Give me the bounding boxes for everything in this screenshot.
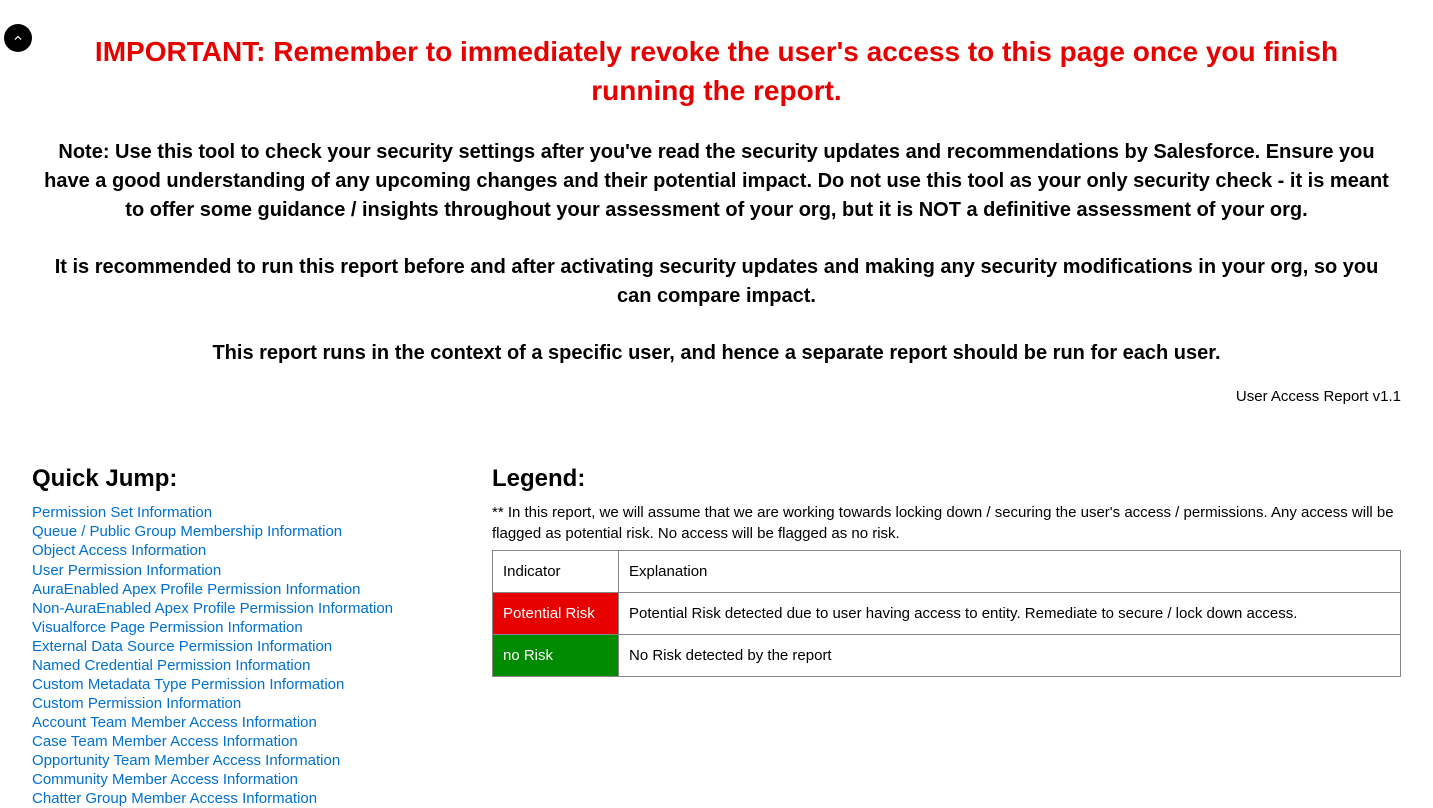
quick-jump-link-non-auraenabled-apex[interactable]: Non-AuraEnabled Apex Profile Permission … bbox=[32, 600, 393, 617]
legend-heading: Legend: bbox=[492, 465, 1401, 493]
main-columns: Quick Jump: Permission Set Information Q… bbox=[0, 465, 1433, 808]
legend-section: Legend: ** In this report, we will assum… bbox=[492, 465, 1401, 808]
legend-row-no-risk: no Risk No Risk detected by the report bbox=[493, 634, 1401, 676]
quick-jump-link-case-team[interactable]: Case Team Member Access Information bbox=[32, 733, 298, 750]
quick-jump-link-queue-group[interactable]: Queue / Public Group Membership Informat… bbox=[32, 523, 342, 540]
legend-header-indicator: Indicator bbox=[493, 550, 619, 592]
recommendation-text: It is recommended to run this report bef… bbox=[32, 253, 1401, 311]
quick-jump-link-community-member[interactable]: Community Member Access Information bbox=[32, 771, 298, 788]
quick-jump-item: Visualforce Page Permission Information bbox=[32, 618, 492, 637]
usage-note: Note: Use this tool to check your securi… bbox=[32, 138, 1401, 225]
quick-jump-section: Quick Jump: Permission Set Information Q… bbox=[32, 465, 492, 808]
important-warning: IMPORTANT: Remember to immediately revok… bbox=[32, 32, 1401, 110]
quick-jump-item: Named Credential Permission Information bbox=[32, 656, 492, 675]
quick-jump-item: Permission Set Information bbox=[32, 503, 492, 522]
legend-explanation-potential-risk: Potential Risk detected due to user havi… bbox=[619, 592, 1401, 634]
quick-jump-item: External Data Source Permission Informat… bbox=[32, 637, 492, 656]
legend-header-row: Indicator Explanation bbox=[493, 550, 1401, 592]
quick-jump-link-named-credential[interactable]: Named Credential Permission Information bbox=[32, 657, 310, 674]
quick-jump-link-custom-metadata-type[interactable]: Custom Metadata Type Permission Informat… bbox=[32, 676, 344, 693]
quick-jump-item: Account Team Member Access Information bbox=[32, 713, 492, 732]
version-label: User Access Report v1.1 bbox=[32, 388, 1401, 405]
quick-jump-link-chatter-group[interactable]: Chatter Group Member Access Information bbox=[32, 790, 317, 807]
quick-jump-item: Chatter Group Member Access Information bbox=[32, 789, 492, 808]
scroll-to-top-button[interactable] bbox=[4, 24, 32, 52]
quick-jump-item: Case Team Member Access Information bbox=[32, 732, 492, 751]
quick-jump-link-account-team[interactable]: Account Team Member Access Information bbox=[32, 714, 317, 731]
quick-jump-heading: Quick Jump: bbox=[32, 465, 492, 493]
quick-jump-item: Object Access Information bbox=[32, 541, 492, 560]
quick-jump-list: Permission Set Information Queue / Publi… bbox=[32, 503, 492, 808]
quick-jump-link-custom-permission[interactable]: Custom Permission Information bbox=[32, 695, 241, 712]
legend-indicator-no-risk: no Risk bbox=[493, 634, 619, 676]
quick-jump-item: User Permission Information bbox=[32, 561, 492, 580]
legend-table: Indicator Explanation Potential Risk Pot… bbox=[492, 550, 1401, 677]
legend-indicator-potential-risk: Potential Risk bbox=[493, 592, 619, 634]
quick-jump-item: Non-AuraEnabled Apex Profile Permission … bbox=[32, 599, 492, 618]
quick-jump-link-user-permission[interactable]: User Permission Information bbox=[32, 562, 221, 579]
quick-jump-item: Custom Metadata Type Permission Informat… bbox=[32, 675, 492, 694]
quick-jump-item: AuraEnabled Apex Profile Permission Info… bbox=[32, 580, 492, 599]
quick-jump-link-visualforce-page[interactable]: Visualforce Page Permission Information bbox=[32, 619, 303, 636]
legend-header-explanation: Explanation bbox=[619, 550, 1401, 592]
quick-jump-item: Queue / Public Group Membership Informat… bbox=[32, 522, 492, 541]
quick-jump-item: Community Member Access Information bbox=[32, 770, 492, 789]
legend-row-potential-risk: Potential Risk Potential Risk detected d… bbox=[493, 592, 1401, 634]
quick-jump-link-object-access[interactable]: Object Access Information bbox=[32, 542, 206, 559]
quick-jump-link-opportunity-team[interactable]: Opportunity Team Member Access Informati… bbox=[32, 752, 340, 769]
context-text: This report runs in the context of a spe… bbox=[32, 339, 1401, 368]
chevron-up-icon bbox=[11, 31, 25, 45]
quick-jump-item: Custom Permission Information bbox=[32, 694, 492, 713]
quick-jump-link-permission-set[interactable]: Permission Set Information bbox=[32, 504, 212, 521]
header-section: IMPORTANT: Remember to immediately revok… bbox=[0, 0, 1433, 405]
quick-jump-item: Opportunity Team Member Access Informati… bbox=[32, 751, 492, 770]
quick-jump-link-auraenabled-apex[interactable]: AuraEnabled Apex Profile Permission Info… bbox=[32, 581, 361, 598]
quick-jump-link-external-data-source[interactable]: External Data Source Permission Informat… bbox=[32, 638, 332, 655]
legend-note: ** In this report, we will assume that w… bbox=[492, 503, 1401, 544]
legend-explanation-no-risk: No Risk detected by the report bbox=[619, 634, 1401, 676]
